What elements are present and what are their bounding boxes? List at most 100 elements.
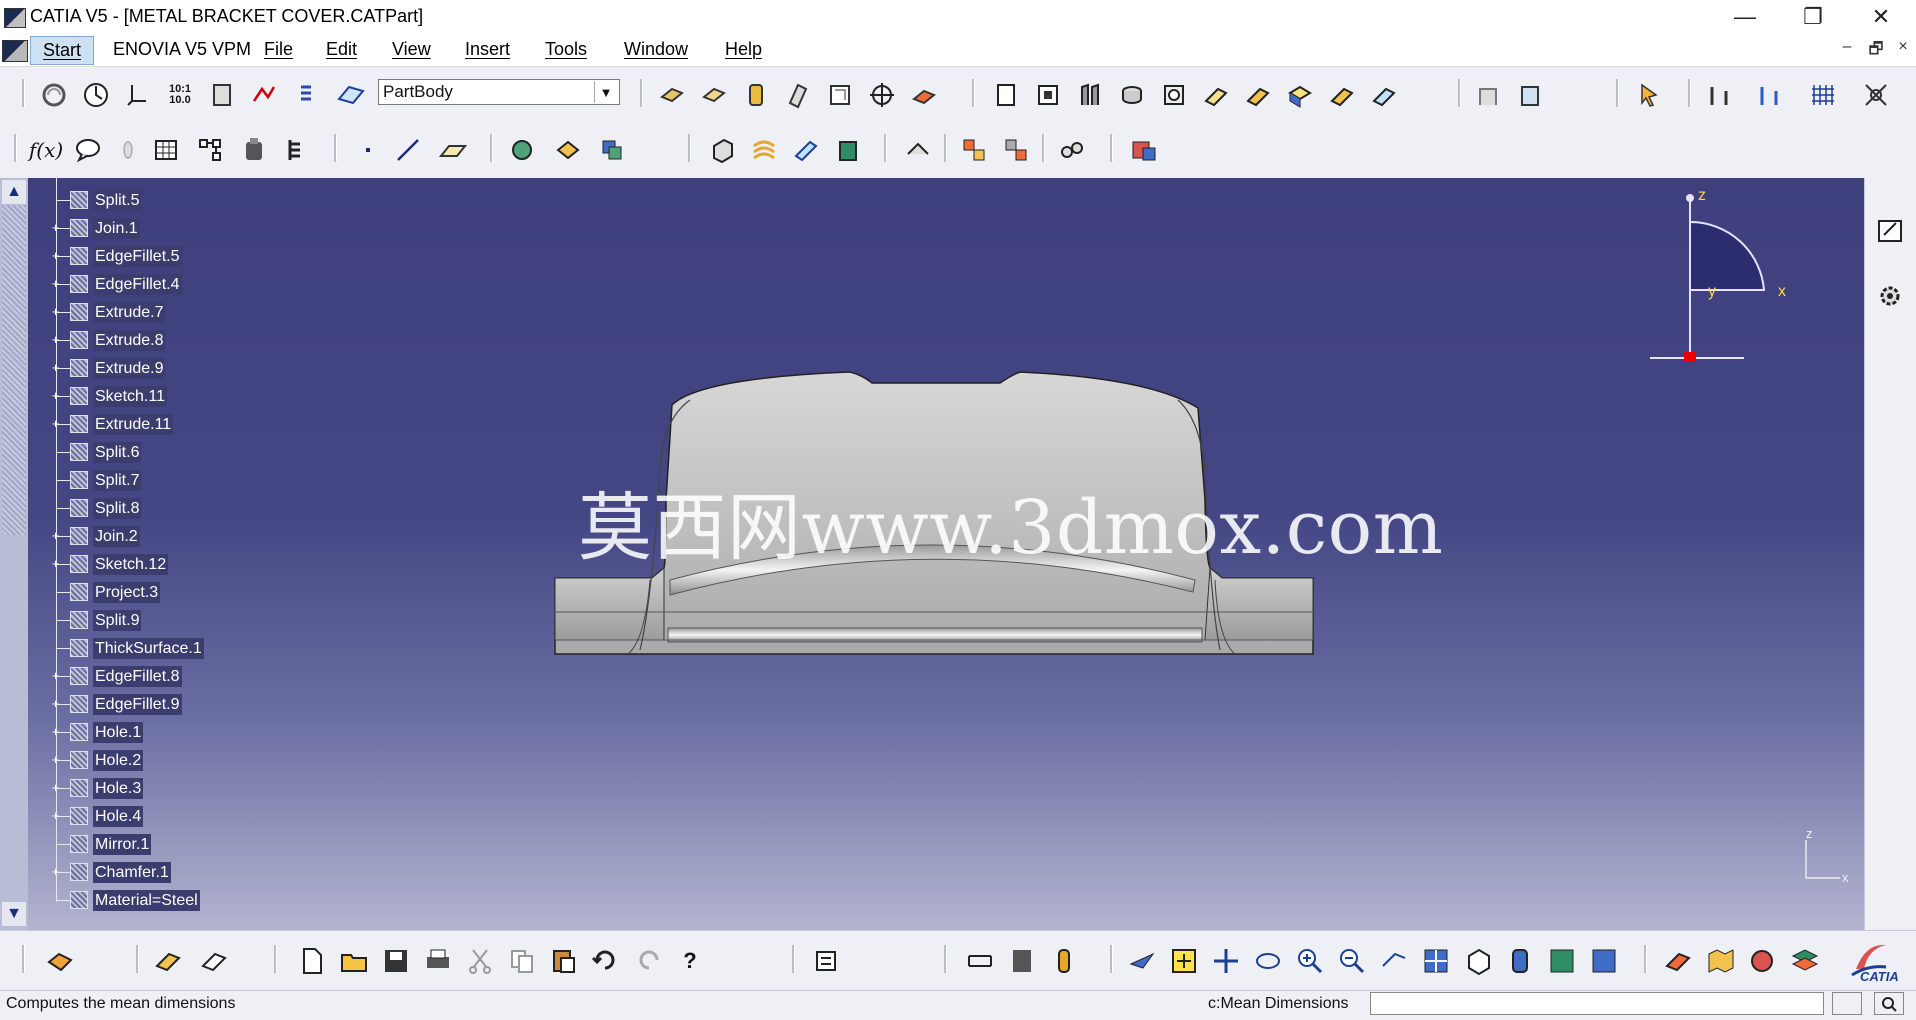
scroll-down-icon[interactable]: ▼ [2,902,26,926]
expand-icon[interactable]: + [50,389,61,402]
normal-view-icon[interactable] [1378,945,1410,977]
cut-icon[interactable] [464,945,496,977]
redo-icon[interactable] [632,945,664,977]
expand-icon[interactable]: + [50,865,61,878]
tree-node-label[interactable]: Chamfer.1 [93,862,171,883]
tree-node-label[interactable]: Mirror.1 [93,834,152,855]
multi-view-icon[interactable] [1420,945,1452,977]
expand-icon[interactable]: + [50,529,61,542]
whats-this-icon[interactable]: ? [674,945,706,977]
tree-node-label[interactable]: Hole.1 [93,722,144,743]
tree-node-label[interactable]: Split.7 [93,470,142,491]
tree-node-label[interactable]: EdgeFillet.5 [93,246,182,267]
measure-item-bottom-icon[interactable] [1006,945,1038,977]
expand-icon[interactable]: + [50,557,61,570]
apply-material-bottom-icon[interactable] [1662,945,1694,977]
command-history-button[interactable] [1832,992,1862,1015]
split-icon [70,443,88,461]
status-message: Computes the mean dimensions [6,995,236,1012]
expand-icon[interactable]: + [50,361,61,374]
hide-show-icon[interactable] [198,945,230,977]
catalog-browser-icon[interactable] [810,945,842,977]
expand-icon[interactable]: + [50,697,61,710]
expand-icon[interactable]: + [50,221,61,234]
paste-icon[interactable] [548,945,580,977]
tree-node-label[interactable]: Sketch.12 [93,554,169,575]
tree-node-label[interactable]: Hole.4 [93,806,144,827]
expand-icon[interactable]: + [50,753,61,766]
tree-node-label[interactable]: Extrude.9 [93,358,166,379]
scrollbar-thumb[interactable] [2,205,26,535]
part-design-workbench-icon[interactable] [44,945,76,977]
shading-icon[interactable] [1504,945,1536,977]
specification-tree[interactable]: Split.5 + Join.1 + EdgeFillet.5 + EdgeFillet.4… [0,190,400,911]
tree-node-label[interactable]: Extrude.8 [93,330,166,351]
undo-icon[interactable] [590,945,622,977]
tree-node-label[interactable]: EdgeFillet.4 [93,274,182,295]
sketch-icon [70,387,88,405]
measure-inertia-bottom-icon[interactable] [1048,945,1080,977]
expand-icon[interactable]: + [50,417,61,430]
tree-node-label[interactable]: Join.2 [93,526,140,547]
zoom-in-icon[interactable] [1294,945,1326,977]
tree-node-label[interactable]: Join.1 [93,218,140,239]
expand-icon[interactable]: + [50,305,61,318]
tree-node-label[interactable]: Split.5 [93,190,142,211]
toolbar-separator [274,945,277,973]
tree-node-label[interactable]: Split.6 [93,442,142,463]
measure-between-bottom-icon[interactable] [964,945,996,977]
tree-node-label[interactable]: Hole.2 [93,750,144,771]
expand-icon[interactable]: + [50,277,61,290]
tree-node-label[interactable]: EdgeFillet.8 [93,666,182,687]
rotate-icon[interactable] [1252,945,1284,977]
pan-icon[interactable] [1210,945,1242,977]
open-file-icon[interactable] [338,945,370,977]
compass[interactable]: z x y [1640,182,1800,362]
print-icon[interactable] [422,945,454,977]
tree-node-label[interactable]: Split.9 [93,610,142,631]
fit-all-icon[interactable] [1168,945,1200,977]
expand-icon[interactable]: + [50,333,61,346]
tree-node-label[interactable]: Hole.3 [93,778,144,799]
hide-show-bottom-icon[interactable] [1546,945,1578,977]
edge-fillet-icon [70,667,88,685]
sketcher-icon[interactable] [1874,214,1906,246]
expand-icon[interactable]: + [50,781,61,794]
tree-node-label[interactable]: Material=Steel [93,890,200,911]
render-icon[interactable] [1746,945,1778,977]
expand-icon[interactable]: + [50,249,61,262]
settings-gear-icon[interactable] [1874,280,1906,312]
split-icon [70,611,88,629]
copy-icon[interactable] [506,945,538,977]
fly-mode-icon[interactable] [1126,945,1158,977]
tree-node-label[interactable]: Extrude.11 [93,414,174,435]
tree-node-label[interactable]: Extrude.7 [93,302,166,323]
map-icon[interactable] [1704,945,1736,977]
expand-icon[interactable]: + [50,809,61,822]
tree-node-label[interactable]: Sketch.11 [93,386,167,407]
command-input[interactable] [1370,992,1824,1015]
quick-select-icon[interactable] [152,945,184,977]
iso-view-icon[interactable] [1462,945,1494,977]
hole-icon [70,779,88,797]
extrude-icon [70,331,88,349]
scroll-up-icon[interactable]: ▲ [2,180,26,204]
axis-x-label: x [1842,870,1849,885]
search-icon[interactable] [1874,992,1904,1015]
expand-icon[interactable]: + [50,669,61,682]
new-file-icon[interactable] [296,945,328,977]
tree-node-label[interactable]: Project.3 [93,582,161,603]
join-icon [70,219,88,237]
layer-icon[interactable] [1788,945,1820,977]
toolbar-separator [1110,945,1113,973]
zoom-out-icon[interactable] [1336,945,1368,977]
swap-visible-icon[interactable] [1588,945,1620,977]
save-icon[interactable] [380,945,412,977]
tree-node-label[interactable]: Split.8 [93,498,142,519]
tree-node-label[interactable]: ThickSurface.1 [93,638,204,659]
expand-icon[interactable]: + [50,725,61,738]
extrude-icon [70,415,88,433]
tree-node-label[interactable]: EdgeFillet.9 [93,694,182,715]
mirror-icon [70,835,88,853]
toolbar-separator [1644,945,1647,973]
